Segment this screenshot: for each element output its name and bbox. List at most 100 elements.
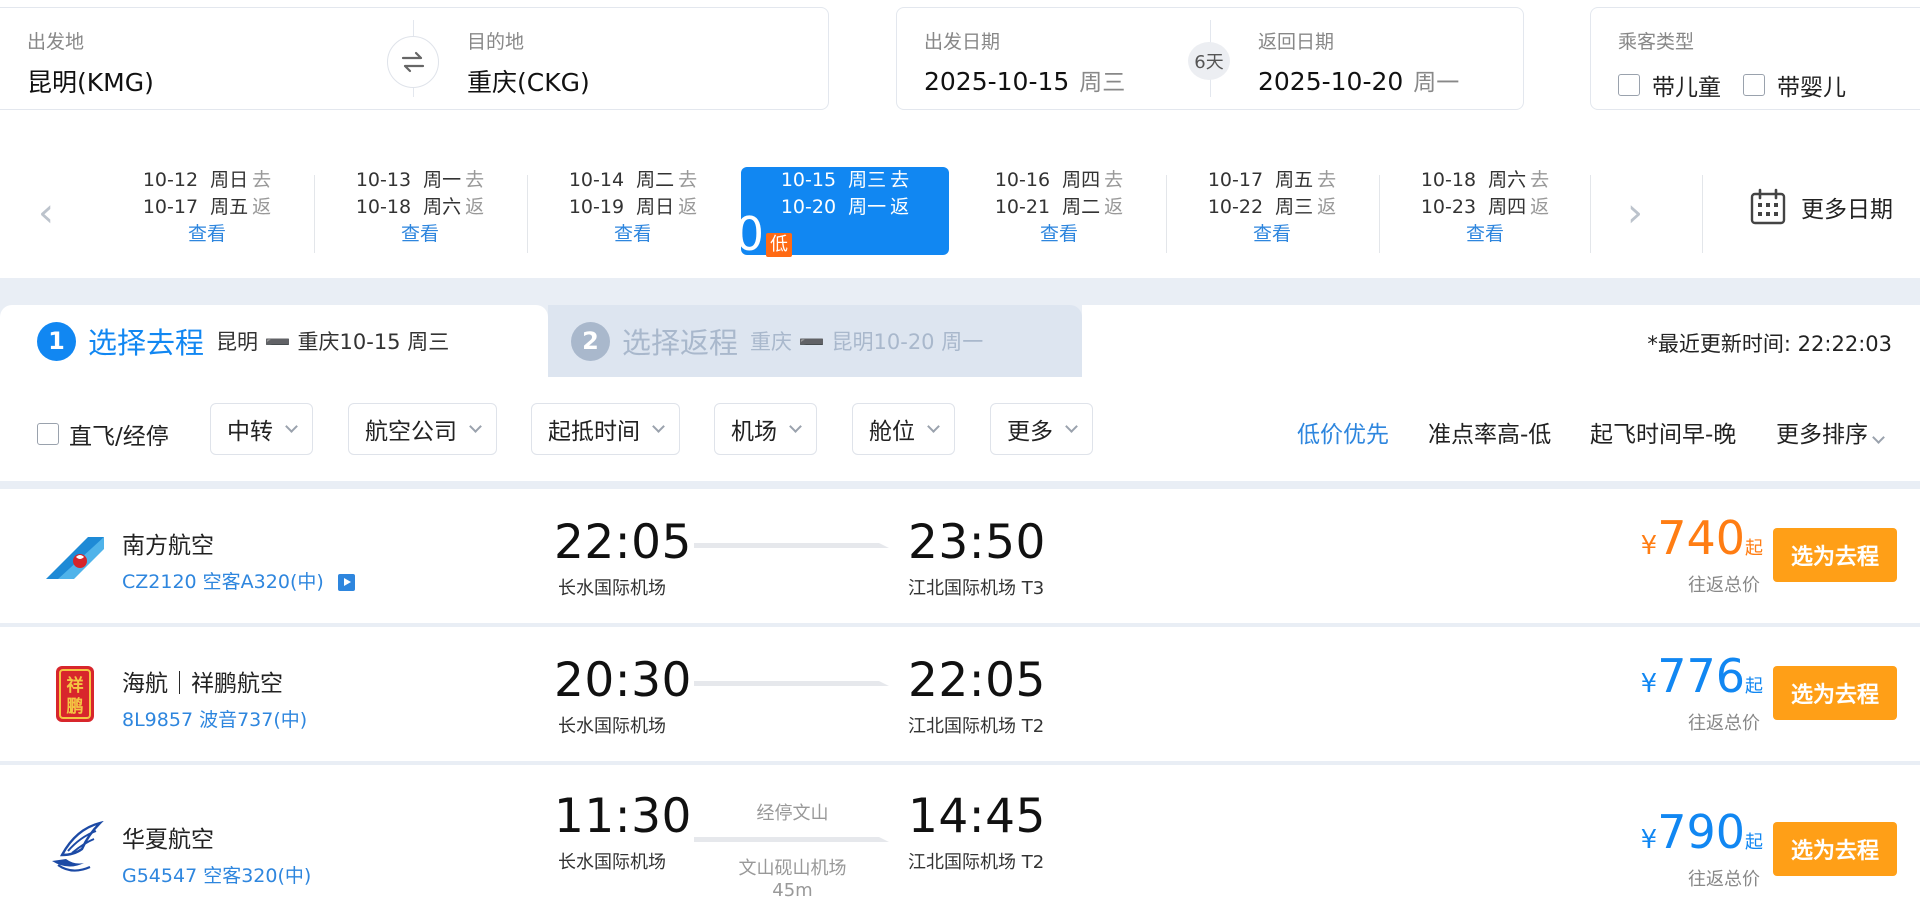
- arrival-time: 23:50: [908, 515, 1046, 570]
- select-outbound-button[interactable]: 选为去程: [1773, 528, 1897, 582]
- ret-week: 周六: [423, 196, 462, 218]
- ret-week: 周四: [1488, 196, 1527, 218]
- play-icon[interactable]: [337, 574, 355, 591]
- departure-airport: 长水国际机场: [558, 578, 666, 599]
- flight-row[interactable]: 华夏航空 G54547 空客320(中) 11:30 长水国际机场 经停文山 文…: [0, 765, 1920, 918]
- stopover-label[interactable]: 经停文山: [694, 799, 891, 825]
- departure-time: 11:30: [554, 789, 692, 844]
- filter-label: 舱位: [869, 419, 915, 445]
- china-express-logo: [52, 821, 104, 872]
- date-option-selected[interactable]: 10-15 周三去 10-20 周一返 ¥740 低: [647, 167, 949, 257]
- from-field[interactable]: 昆明(KMG): [27, 63, 154, 99]
- child-option-label: 带儿童: [1652, 75, 1721, 101]
- go-tag: 去: [1317, 169, 1337, 191]
- view-link[interactable]: 查看: [316, 221, 524, 248]
- depart-date-field[interactable]: 2025-10-15 周三: [924, 63, 1125, 97]
- sort-departure-time[interactable]: 起飞时间早-晚: [1590, 415, 1736, 449]
- flight-row[interactable]: 祥 鹏 海航｜祥鹏航空 8L9857 波音737(中) 20:30 长水国际机场…: [0, 627, 1920, 761]
- go-week: 周四: [1062, 169, 1101, 191]
- filter-label: 更多: [1007, 419, 1053, 445]
- step-route: 昆明 ➖ 重庆10-15 周三: [216, 330, 450, 354]
- to-field[interactable]: 重庆(CKG): [467, 63, 590, 99]
- more-dates-label: 更多日期: [1801, 197, 1893, 223]
- go-date: 10-15: [780, 169, 837, 191]
- sort-more[interactable]: 更多排序: [1776, 415, 1885, 449]
- tab-select-outbound[interactable]: 1 选择去程 昆明 ➖ 重庆10-15 周三: [0, 305, 548, 377]
- go-tag: 去: [1104, 169, 1124, 191]
- sort-low-price[interactable]: 低价优先: [1297, 415, 1389, 449]
- infant-option[interactable]: 带婴儿: [1743, 68, 1846, 102]
- sort-more-label: 更多排序: [1776, 422, 1868, 448]
- return-date-field[interactable]: 2025-10-20 周一: [1258, 63, 1459, 97]
- ret-date: 10-21: [994, 196, 1051, 218]
- chevron-down-icon: [789, 420, 802, 433]
- last-updated-text: *最近更新时间: 22:22:03: [1647, 332, 1892, 356]
- chevron-down-icon: [1872, 431, 1885, 444]
- date-option[interactable]: 10-12 周日去 10-17 周五返 查看: [103, 167, 311, 255]
- tab-select-return[interactable]: 2 选择返程 重庆 ➖ 昆明10-20 周一: [548, 305, 1082, 377]
- price-suffix: 起: [1745, 676, 1763, 697]
- airline-filter[interactable]: 航空公司: [348, 403, 497, 455]
- chevron-down-icon: [927, 420, 940, 433]
- flight-number[interactable]: 8L9857 波音737(中): [122, 705, 307, 732]
- divider: [1590, 175, 1591, 253]
- view-link[interactable]: 查看: [1168, 221, 1376, 248]
- price-value: 740: [1657, 511, 1745, 565]
- child-checkbox[interactable]: [1618, 74, 1640, 96]
- direct-checkbox[interactable]: [37, 423, 59, 445]
- flight-route-arrow: [694, 543, 889, 548]
- infant-checkbox[interactable]: [1743, 74, 1765, 96]
- view-link[interactable]: 查看: [103, 221, 311, 248]
- airline-name: 海航｜祥鹏航空: [122, 671, 283, 697]
- go-date: 10-16: [994, 169, 1051, 191]
- ret-tag: 返: [252, 196, 272, 218]
- sort-punctuality[interactable]: 准点率高-低: [1428, 415, 1551, 449]
- cabin-filter[interactable]: 舱位: [852, 403, 955, 455]
- transfer-filter[interactable]: 中转: [210, 403, 313, 455]
- more-filter[interactable]: 更多: [990, 403, 1093, 455]
- passenger-label: 乘客类型: [1618, 31, 1695, 53]
- ret-date: 10-18: [355, 196, 412, 218]
- ret-tag: 返: [1530, 196, 1550, 218]
- view-link[interactable]: 查看: [955, 221, 1163, 248]
- date-option[interactable]: 10-13 周一去 10-18 周六返 查看: [316, 167, 524, 255]
- ret-week: 周一: [848, 196, 887, 218]
- direct-filter[interactable]: 直飞/经停: [37, 417, 169, 451]
- ret-date: 10-19: [568, 196, 625, 218]
- ret-date: 10-17: [142, 196, 199, 218]
- date-option[interactable]: 10-16 周四去 10-21 周二返 查看: [955, 167, 1163, 255]
- price-suffix: 起: [1745, 538, 1763, 559]
- departure-time: 22:05: [554, 515, 692, 570]
- depart-label: 出发日期: [924, 31, 1001, 53]
- swap-route-button[interactable]: [387, 36, 439, 88]
- date-option[interactable]: 10-17 周五去 10-22 周三返 查看: [1168, 167, 1376, 255]
- view-link[interactable]: 查看: [1381, 221, 1589, 248]
- go-week: 周二: [636, 169, 675, 191]
- date-next-arrow[interactable]: ›: [1627, 190, 1643, 236]
- select-outbound-button[interactable]: 选为去程: [1773, 822, 1897, 876]
- flight-row[interactable]: 南方航空 CZ2120 空客A320(中) 22:05 长水国际机场 23:50…: [0, 489, 1920, 623]
- time-filter[interactable]: 起抵时间: [531, 403, 680, 455]
- go-date: 10-13: [355, 169, 412, 191]
- date-prev-arrow[interactable]: ‹: [38, 190, 54, 236]
- depart-week: 周三: [1079, 70, 1126, 96]
- step-title: 选择去程: [88, 326, 205, 360]
- step-number: 1: [37, 321, 76, 361]
- flight-number[interactable]: CZ2120 空客A320(中): [122, 567, 355, 594]
- swap-icon: [401, 51, 425, 73]
- svg-text:鹏: 鹏: [67, 696, 84, 717]
- select-outbound-button[interactable]: 选为去程: [1773, 666, 1897, 720]
- chevron-down-icon: [285, 420, 298, 433]
- child-option[interactable]: 带儿童: [1618, 68, 1721, 102]
- calendar-icon: [1750, 188, 1786, 225]
- return-week: 周一: [1413, 70, 1460, 96]
- to-label: 目的地: [467, 31, 525, 53]
- arrival-airport: 江北国际机场 T2: [908, 716, 1045, 737]
- go-date: 10-14: [568, 169, 625, 191]
- airport-filter[interactable]: 机场: [714, 403, 817, 455]
- flight-number[interactable]: G54547 空客320(中): [122, 861, 311, 888]
- date-option[interactable]: 10-18 周六去 10-23 周四返 查看: [1381, 167, 1589, 255]
- go-week: 周五: [1275, 169, 1314, 191]
- more-dates-button[interactable]: 更多日期: [1749, 188, 1893, 226]
- go-tag: 去: [465, 169, 485, 191]
